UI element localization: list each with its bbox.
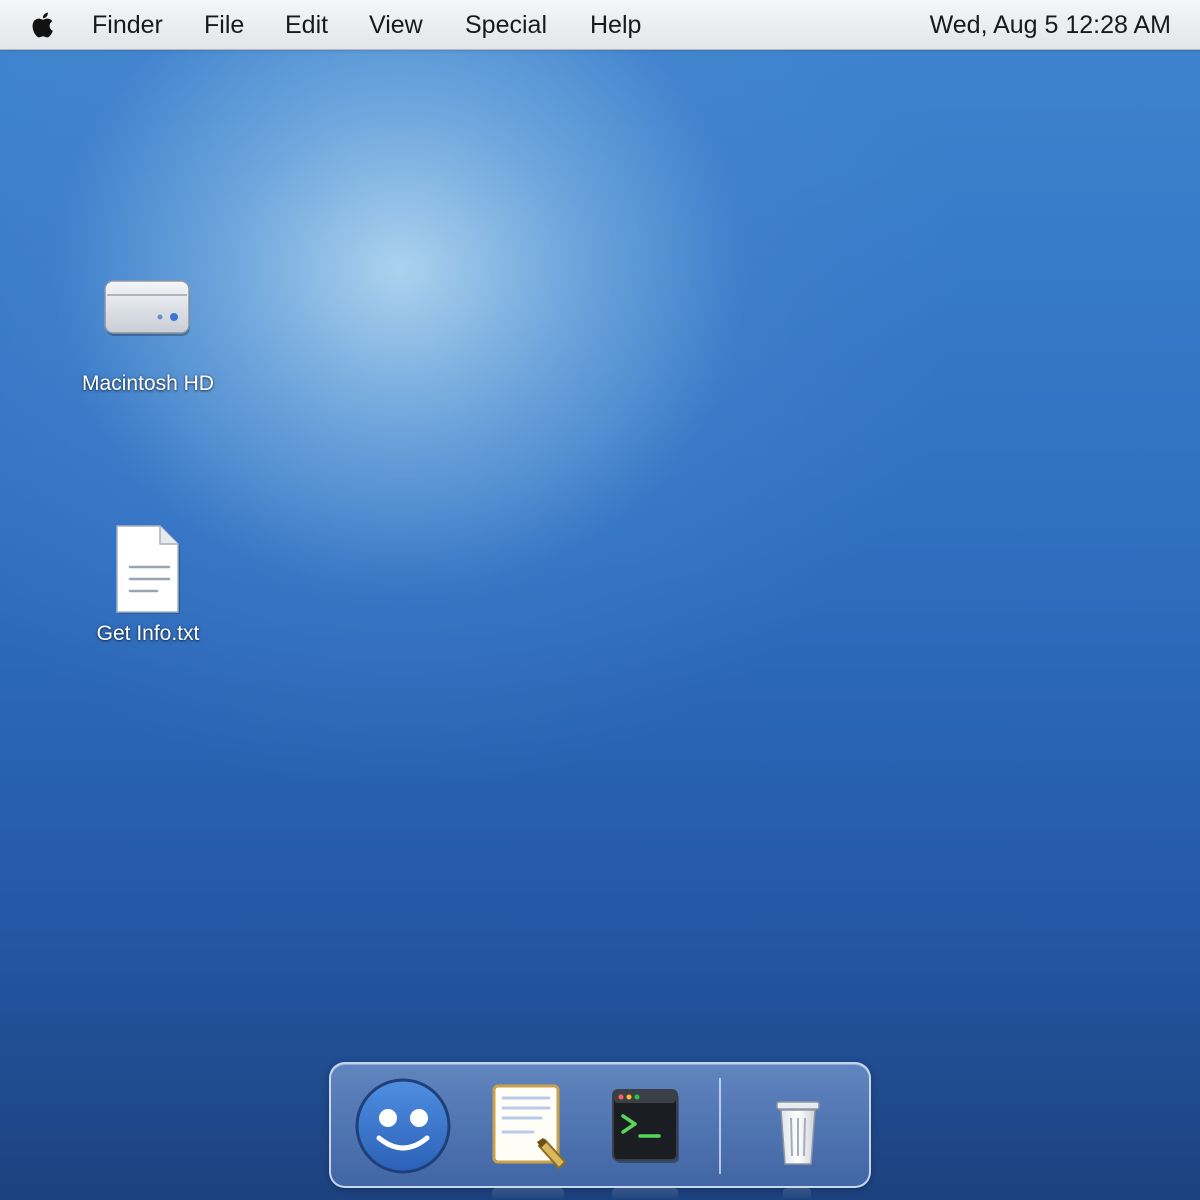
dock-separator xyxy=(719,1078,721,1174)
dock-item-finder[interactable] xyxy=(353,1076,453,1176)
menu-bar: Finder File Edit View Special Help Wed, … xyxy=(0,0,1200,50)
finder-icon xyxy=(355,1078,451,1174)
dock-reflection xyxy=(612,1188,678,1200)
dock-item-textedit[interactable] xyxy=(481,1076,581,1176)
menu-special[interactable]: Special xyxy=(465,0,547,50)
menu-clock[interactable]: Wed, Aug 5 12:28 AM xyxy=(930,0,1171,50)
dock-reflection xyxy=(492,1188,564,1200)
hard-drive-icon xyxy=(104,280,190,336)
dock-item-terminal[interactable] xyxy=(595,1076,695,1176)
menu-file[interactable]: File xyxy=(204,0,244,50)
dock-reflection xyxy=(783,1188,811,1200)
desktop-icon-macintosh-hd[interactable]: Macintosh HD xyxy=(63,278,233,396)
text-document-icon xyxy=(116,525,180,614)
textedit-icon xyxy=(492,1084,567,1170)
menu-finder[interactable]: Finder xyxy=(92,0,163,50)
terminal-icon xyxy=(612,1089,679,1163)
dock xyxy=(329,1062,871,1188)
menu-edit[interactable]: Edit xyxy=(285,0,328,50)
menu-help[interactable]: Help xyxy=(590,0,641,50)
desktop-icon-label: Get Info.txt xyxy=(96,622,200,645)
desktop-icon-label: Macintosh HD xyxy=(82,372,214,395)
dock-item-trash[interactable] xyxy=(748,1076,848,1176)
desktop-icon-get-info[interactable]: Get Info.txt xyxy=(63,524,233,646)
menu-view[interactable]: View xyxy=(369,0,423,50)
apple-logo-icon[interactable] xyxy=(28,11,56,39)
trash-icon xyxy=(776,1101,820,1165)
